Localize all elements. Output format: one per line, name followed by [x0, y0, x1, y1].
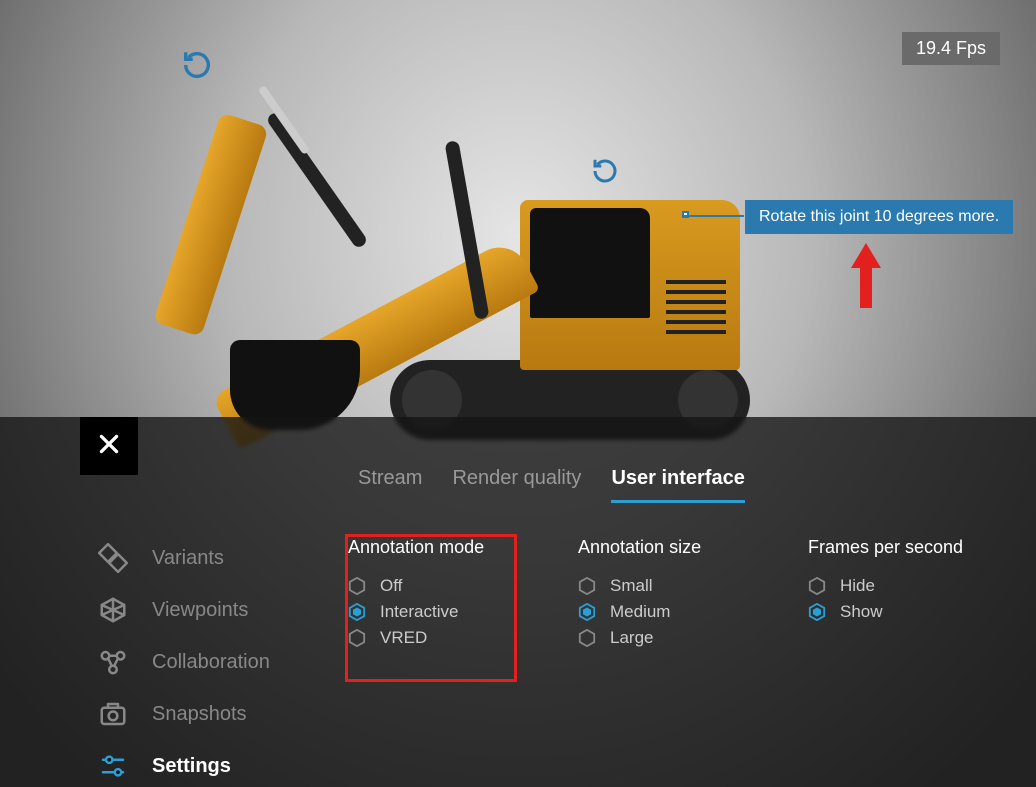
annotation-size-option-small[interactable]: Small: [578, 576, 748, 596]
option-label: Hide: [840, 576, 875, 596]
tab-render-quality[interactable]: Render quality: [452, 467, 581, 503]
annotation-size-group: Annotation size Small Medium Large: [578, 537, 748, 654]
close-icon: [96, 431, 122, 462]
rotate-gizmo-icon[interactable]: [590, 156, 624, 190]
excavator-model: [160, 70, 780, 440]
option-label: Show: [840, 602, 883, 622]
sidebar-item-label: Collaboration: [152, 651, 270, 674]
group-title: Annotation size: [578, 537, 748, 558]
option-label: Interactive: [380, 602, 458, 622]
annotation-callout[interactable]: Rotate this joint 10 degrees more.: [745, 200, 1013, 234]
option-label: Medium: [610, 602, 670, 622]
variants-icon: [98, 543, 128, 573]
tab-stream[interactable]: Stream: [358, 467, 422, 503]
snapshots-icon: [98, 699, 128, 729]
sidebar-item-variants[interactable]: Variants: [98, 543, 270, 573]
rotate-gizmo-icon[interactable]: [180, 48, 214, 82]
fps-counter: 19.4 Fps: [902, 32, 1000, 65]
annotation-mode-option-off[interactable]: Off: [348, 576, 518, 596]
annotation-size-option-large[interactable]: Large: [578, 628, 748, 648]
sidebar-item-settings[interactable]: Settings: [98, 751, 270, 781]
hex-radio-icon: [808, 577, 826, 595]
tab-user-interface[interactable]: User interface: [611, 467, 744, 503]
annotation-mode-group: Annotation mode Off Interactive VRED: [348, 537, 518, 654]
fps-group: Frames per second Hide Show: [808, 537, 978, 654]
sidebar-item-label: Variants: [152, 547, 224, 570]
option-label: VRED: [380, 628, 427, 648]
sidebar-item-label: Viewpoints: [152, 599, 248, 622]
group-title: Frames per second: [808, 537, 978, 558]
sidebar-item-viewpoints[interactable]: Viewpoints: [98, 595, 270, 625]
hex-radio-icon: [578, 629, 596, 647]
hex-radio-icon: [578, 577, 596, 595]
annotation-mode-option-vred[interactable]: VRED: [348, 628, 518, 648]
fps-option-show[interactable]: Show: [808, 602, 978, 622]
option-label: Off: [380, 576, 402, 596]
settings-tabs: Stream Render quality User interface: [358, 467, 745, 503]
option-label: Small: [610, 576, 653, 596]
hex-radio-icon: [808, 603, 826, 621]
collaboration-icon: [98, 647, 128, 677]
hex-radio-icon: [348, 603, 366, 621]
group-title: Annotation mode: [348, 537, 518, 558]
sidebar-item-snapshots[interactable]: Snapshots: [98, 699, 270, 729]
sidebar-item-collaboration[interactable]: Collaboration: [98, 647, 270, 677]
annotation-leader-line: [684, 215, 744, 217]
viewpoints-icon: [98, 595, 128, 625]
annotation-size-option-medium[interactable]: Medium: [578, 602, 748, 622]
highlight-arrow-icon: [851, 243, 881, 308]
settings-content: Annotation mode Off Interactive VRED Annot…: [348, 537, 1006, 654]
hex-radio-icon: [348, 629, 366, 647]
close-button[interactable]: [80, 417, 138, 475]
settings-panel: Stream Render quality User interface Varia…: [0, 417, 1036, 787]
fps-option-hide[interactable]: Hide: [808, 576, 978, 596]
sidebar-item-label: Settings: [152, 755, 231, 778]
sidebar-nav: Variants Viewpoints Collaboration Snapshots…: [98, 543, 270, 781]
sidebar-item-label: Snapshots: [152, 703, 247, 726]
hex-radio-icon: [348, 577, 366, 595]
annotation-mode-option-interactive[interactable]: Interactive: [348, 602, 518, 622]
settings-icon: [98, 751, 128, 781]
option-label: Large: [610, 628, 653, 648]
hex-radio-icon: [578, 603, 596, 621]
